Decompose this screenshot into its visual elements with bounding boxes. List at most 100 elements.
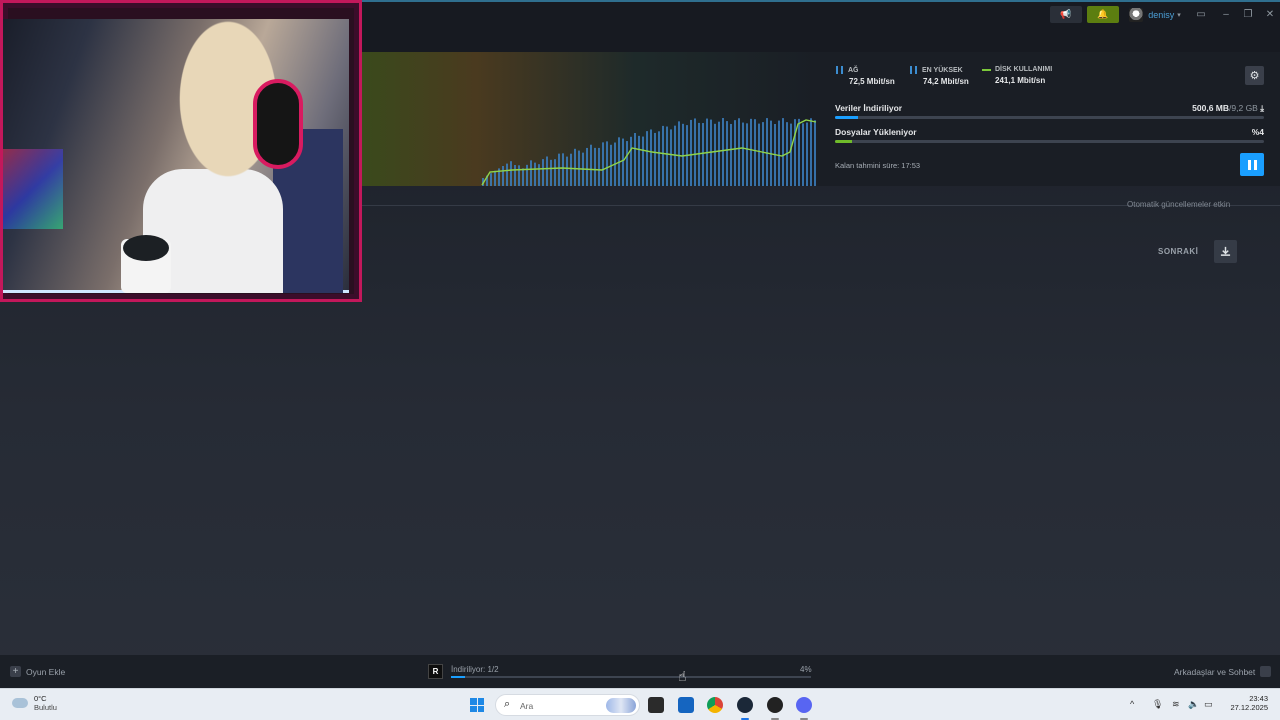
chrome-icon[interactable] bbox=[707, 697, 723, 713]
installing-percent: %4 bbox=[1251, 127, 1264, 137]
bandwidth-bar bbox=[734, 120, 736, 186]
line-legend-icon bbox=[982, 68, 991, 71]
windows-taskbar: 0°C Bulutlu ⌕ Ara ^ 🎙 ≋ 🔈 ▭ 23:43 27.12.… bbox=[0, 688, 1280, 720]
bandwidth-bar bbox=[562, 153, 564, 186]
bandwidth-bar bbox=[802, 123, 804, 186]
bandwidth-bar bbox=[810, 118, 812, 186]
bandwidth-bar bbox=[738, 118, 740, 186]
bandwidth-bar bbox=[714, 123, 716, 186]
bandwidth-bar bbox=[718, 121, 720, 186]
webcam-overlay bbox=[0, 0, 362, 302]
bandwidth-bar bbox=[502, 166, 504, 186]
bandwidth-bar bbox=[670, 129, 672, 186]
battery-icon[interactable]: ▭ bbox=[1204, 699, 1213, 710]
installing-progress-bar bbox=[835, 140, 1264, 143]
rockstar-game-icon[interactable]: R bbox=[428, 664, 443, 679]
installing-label: Dosyalar Yükleniyor bbox=[835, 127, 917, 137]
bandwidth-bar bbox=[806, 122, 808, 186]
bandwidth-bar bbox=[790, 123, 792, 186]
next-download-button[interactable] bbox=[1214, 240, 1237, 263]
downloading-size: 500,6 MB/9,2 GB ⤓ bbox=[1192, 103, 1264, 113]
bandwidth-bar bbox=[622, 138, 624, 186]
close-icon[interactable]: ✕ bbox=[1262, 6, 1278, 22]
bandwidth-bar bbox=[522, 168, 524, 186]
bandwidth-bar bbox=[546, 156, 548, 186]
clock[interactable]: 23:43 27.12.2025 bbox=[1228, 694, 1268, 712]
bandwidth-bar bbox=[602, 142, 604, 186]
bandwidth-bar bbox=[758, 123, 760, 186]
bars-legend-icon bbox=[836, 66, 843, 74]
speaker-icon[interactable]: 🔈 bbox=[1188, 699, 1199, 710]
webcam-feed bbox=[3, 19, 349, 293]
friends-chat-button[interactable]: Arkadaşlar ve Sohbet bbox=[1174, 666, 1272, 677]
username: denisy bbox=[1148, 9, 1175, 20]
disk-usage-line bbox=[481, 119, 817, 186]
microphone-icon[interactable]: 🎙 bbox=[1152, 699, 1163, 710]
bandwidth-bar bbox=[542, 159, 544, 186]
discord-icon[interactable] bbox=[796, 697, 812, 713]
bandwidth-bar bbox=[606, 141, 608, 186]
maximize-icon[interactable]: ❐ bbox=[1240, 6, 1256, 22]
taskbar-search[interactable]: ⌕ Ara bbox=[495, 694, 640, 716]
download-status-bar[interactable] bbox=[451, 676, 811, 678]
weather-widget[interactable]: 0°C Bulutlu bbox=[12, 694, 57, 712]
cloud-icon bbox=[12, 698, 28, 708]
minimize-icon[interactable]: – bbox=[1218, 6, 1234, 22]
download-settings-button[interactable]: ⚙ bbox=[1245, 66, 1264, 85]
steam-icon[interactable] bbox=[737, 697, 753, 713]
bandwidth-bar bbox=[534, 162, 536, 186]
download-status-text[interactable]: İndiriliyor: 1/2 bbox=[451, 665, 499, 674]
bandwidth-bar bbox=[750, 118, 752, 186]
bell-icon: 🔔 bbox=[1097, 9, 1109, 19]
bandwidth-bar bbox=[530, 160, 532, 186]
bandwidth-bar bbox=[638, 135, 640, 186]
bandwidth-bar bbox=[702, 123, 704, 186]
bandwidth-bar bbox=[630, 136, 632, 186]
hand-cursor-icon: ☝ bbox=[678, 668, 687, 684]
bandwidth-bar bbox=[550, 159, 552, 186]
bandwidth-bar bbox=[666, 126, 668, 186]
bandwidth-bar bbox=[742, 122, 744, 186]
auto-updates-text: Otomatik güncellemeler etkin bbox=[1127, 200, 1231, 209]
task-view-icon[interactable] bbox=[648, 697, 664, 713]
pause-button[interactable] bbox=[1240, 153, 1264, 176]
bandwidth-bar bbox=[766, 118, 768, 186]
big-picture-icon[interactable]: ▭ bbox=[1193, 6, 1209, 22]
chevron-up-icon[interactable]: ^ bbox=[1130, 699, 1134, 709]
bandwidth-bar bbox=[506, 163, 508, 186]
bandwidth-bar bbox=[586, 147, 588, 186]
bandwidth-bar bbox=[566, 156, 568, 186]
bandwidth-bar bbox=[598, 147, 600, 186]
stat-peak: EN YÜKSEK 74,2 Mbit/sn bbox=[910, 66, 969, 86]
notifications-button[interactable]: 🔔 bbox=[1087, 6, 1119, 23]
headset bbox=[253, 79, 303, 169]
pause-icon bbox=[1247, 159, 1251, 170]
bandwidth-bar bbox=[514, 164, 516, 186]
search-highlight-image bbox=[606, 698, 636, 713]
bandwidth-bar bbox=[518, 165, 520, 186]
announcements-button[interactable]: 📢 bbox=[1050, 6, 1082, 23]
user-menu[interactable]: denisy ▾ bbox=[1125, 6, 1185, 23]
search-icon: ⌕ bbox=[504, 698, 511, 710]
add-game-button[interactable]: + Oyun Ekle bbox=[10, 666, 65, 677]
bandwidth-bar bbox=[642, 136, 644, 186]
downloading-row: Veriler İndiriliyor 500,6 MB/9,2 GB ⤓ bbox=[835, 103, 1264, 119]
obs-icon[interactable] bbox=[767, 697, 783, 713]
bandwidth-bar bbox=[682, 123, 684, 186]
bandwidth-bar bbox=[726, 121, 728, 186]
bandwidth-bar bbox=[626, 141, 628, 186]
avatar bbox=[1129, 7, 1144, 22]
store-icon[interactable] bbox=[678, 697, 694, 713]
bandwidth-bar bbox=[594, 147, 596, 186]
bandwidth-bar bbox=[590, 144, 592, 186]
bandwidth-bar bbox=[658, 131, 660, 186]
start-button[interactable] bbox=[470, 698, 484, 712]
wifi-icon[interactable]: ≋ bbox=[1172, 699, 1180, 710]
bars-legend-icon bbox=[910, 66, 917, 74]
bandwidth-bar bbox=[634, 133, 636, 186]
bandwidth-bar bbox=[814, 120, 816, 186]
bandwidth-bar bbox=[646, 131, 648, 186]
bandwidth-bar bbox=[730, 123, 732, 186]
downloading-progress-bar bbox=[835, 116, 1264, 119]
stat-network: AĞ 72,5 Mbit/sn bbox=[836, 66, 895, 86]
